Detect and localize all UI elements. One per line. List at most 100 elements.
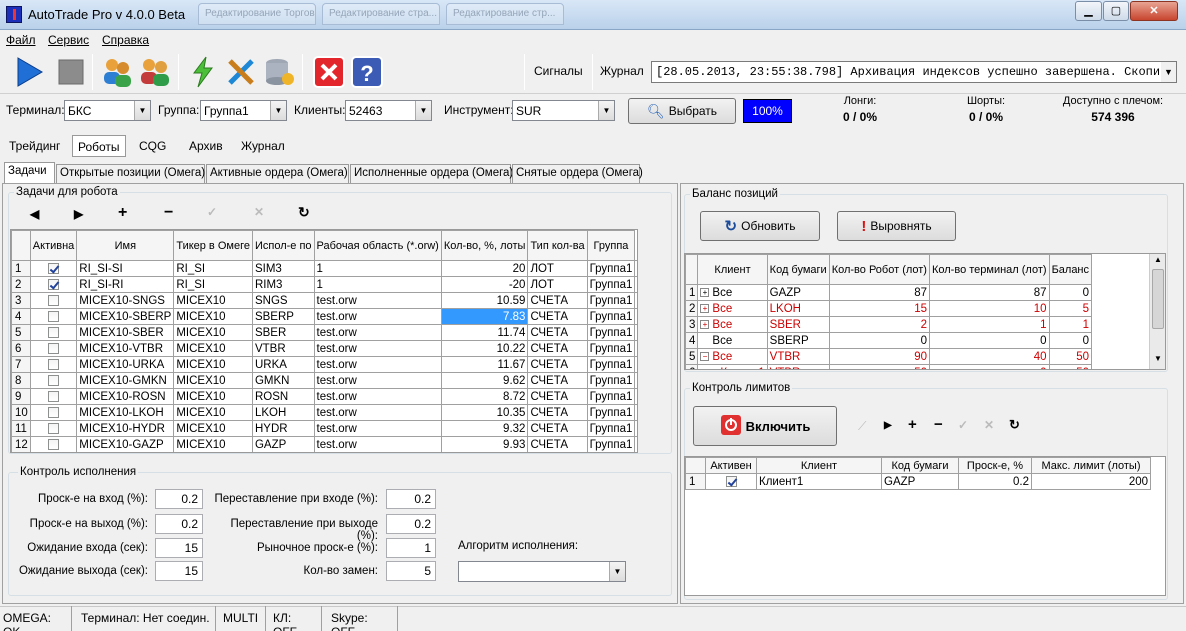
row-header[interactable]: 11 bbox=[11, 420, 31, 437]
col-active[interactable]: Активен bbox=[705, 457, 757, 474]
expand-icon[interactable]: + bbox=[700, 287, 710, 297]
active-cell[interactable] bbox=[705, 473, 757, 490]
row-header[interactable]: 2 bbox=[685, 300, 699, 317]
exec-cell[interactable]: LKOH bbox=[251, 404, 315, 421]
ticker-cell[interactable]: RI_SI bbox=[173, 260, 253, 277]
col-robot-qty[interactable]: Кол-во Робот (лот) bbox=[828, 254, 930, 285]
area-cell[interactable]: test.orw bbox=[313, 372, 442, 389]
move-out-field[interactable]: 0.2 bbox=[386, 514, 436, 534]
col-name[interactable]: Имя bbox=[76, 230, 175, 261]
name-cell[interactable]: MICEX10-ROSN bbox=[76, 388, 175, 405]
terminal-combo[interactable]: БКС ▼ bbox=[64, 100, 151, 121]
name-cell[interactable]: RI_SI-RI bbox=[76, 276, 175, 293]
active-cell[interactable] bbox=[29, 260, 78, 277]
type-cell[interactable]: ЛОТ bbox=[527, 260, 588, 277]
qty-cell[interactable]: 10.59 bbox=[440, 292, 529, 309]
close-icon[interactable] bbox=[310, 53, 348, 91]
qty-cell[interactable]: 10.35 bbox=[440, 404, 529, 421]
tab-journal[interactable]: Журнал bbox=[236, 135, 290, 157]
group-cell[interactable]: Группа1 bbox=[586, 372, 636, 389]
select-button[interactable]: 🔍︎ Выбрать bbox=[628, 98, 736, 124]
cancel-icon[interactable]: ✕ bbox=[984, 418, 994, 432]
qty-cell[interactable]: 20 bbox=[440, 260, 529, 277]
robot-cell[interactable]: 15 bbox=[828, 300, 930, 317]
client-cell[interactable]: + Все bbox=[697, 300, 768, 317]
slippage-cell[interactable]: 0.2 bbox=[958, 473, 1032, 490]
wait-in-field[interactable]: 15 bbox=[155, 538, 203, 558]
table-row[interactable]: 6Клиент1VTBR50050 bbox=[685, 364, 1093, 369]
group-cell[interactable]: Группа1 bbox=[586, 404, 636, 421]
active-cell[interactable] bbox=[29, 308, 78, 325]
table-row[interactable]: 5− Все VTBR 90 40 50 bbox=[685, 348, 1093, 365]
row-header[interactable]: 3 bbox=[11, 292, 31, 309]
type-cell[interactable]: СЧЕТА bbox=[527, 324, 588, 341]
active-cell[interactable] bbox=[29, 340, 78, 357]
active-checkbox[interactable] bbox=[48, 262, 60, 274]
row-header[interactable]: 6 bbox=[11, 340, 31, 357]
name-cell[interactable]: MICEX10-SBER bbox=[76, 324, 175, 341]
chevron-down-icon[interactable]: ▼ bbox=[1161, 62, 1176, 82]
row-header[interactable]: 6 bbox=[685, 364, 699, 369]
term-cell[interactable]: 0 bbox=[928, 332, 1050, 349]
ticker-cell[interactable]: MICEX10 bbox=[173, 292, 253, 309]
area-cell[interactable]: 1 bbox=[313, 276, 442, 293]
row-header[interactable]: 1 bbox=[11, 260, 31, 277]
col-client[interactable]: Клиент bbox=[697, 254, 768, 285]
minimize-button[interactable]: ▁ bbox=[1075, 1, 1102, 21]
client-cell[interactable]: Все bbox=[697, 332, 768, 349]
market-slip-field[interactable]: 1 bbox=[386, 538, 436, 558]
type-cell[interactable]: СЧЕТА bbox=[527, 436, 588, 452]
term-cell[interactable]: 87 bbox=[928, 284, 1050, 301]
client-cell[interactable]: Клиент1 bbox=[697, 364, 768, 369]
cancel-icon[interactable]: ✕ bbox=[254, 205, 264, 219]
robot-cell[interactable]: 90 bbox=[828, 348, 930, 365]
code-cell[interactable]: GAZP bbox=[881, 473, 959, 490]
term-cell[interactable]: 1 bbox=[928, 316, 1050, 333]
row-header[interactable]: 10 bbox=[11, 404, 31, 421]
chevron-down-icon[interactable]: ▼ bbox=[415, 101, 431, 120]
table-row[interactable]: 12 MICEX10-GAZP MICEX10 GAZP test.orw 9.93 СЧЕ… bbox=[11, 436, 637, 452]
row-header[interactable]: 8 bbox=[11, 372, 31, 389]
next-arrow-icon[interactable]: ▶ bbox=[884, 420, 892, 431]
type-cell[interactable]: СЧЕТА bbox=[527, 404, 588, 421]
background-window-tab[interactable]: Редактирование Торгов... bbox=[198, 3, 316, 25]
bal-cell[interactable]: 50 bbox=[1048, 348, 1093, 365]
expand-icon[interactable]: + bbox=[700, 303, 710, 313]
row-header[interactable]: 7 bbox=[11, 356, 31, 373]
scroll-down-icon[interactable]: ▼ bbox=[1151, 354, 1165, 368]
menu-file[interactable]: Файл bbox=[6, 33, 36, 47]
name-cell[interactable]: MICEX10-GAZP bbox=[76, 436, 175, 452]
area-cell[interactable]: test.orw bbox=[313, 308, 442, 325]
col-ticker[interactable]: Тикер в Омеге bbox=[173, 230, 253, 261]
signals-button[interactable]: Сигналы bbox=[534, 64, 583, 78]
type-cell[interactable]: СЧЕТА bbox=[527, 356, 588, 373]
clients-combo[interactable]: 52463 ▼ bbox=[345, 100, 432, 121]
tab-cancelled-orders[interactable]: Снятые ордера (Омега) bbox=[512, 164, 643, 183]
table-row[interactable]: 6 MICEX10-VTBR MICEX10 VTBR test.orw 10.22 СЧЕ… bbox=[11, 340, 637, 357]
col-exec[interactable]: Испол-е по bbox=[251, 230, 315, 261]
active-cell[interactable] bbox=[29, 404, 78, 421]
exec-cell[interactable]: HYDR bbox=[251, 420, 315, 437]
active-cell[interactable] bbox=[29, 324, 78, 341]
group-cell[interactable]: Группа1 bbox=[586, 260, 636, 277]
refresh-icon[interactable]: ↻ bbox=[298, 204, 310, 221]
tab-open-positions[interactable]: Открытые позиции (Омега) bbox=[56, 164, 205, 183]
robot-cell[interactable]: 50 bbox=[828, 364, 930, 369]
chevron-down-icon[interactable]: ▼ bbox=[609, 562, 625, 581]
col-terminal-qty[interactable]: Кол-во терминал (лот) bbox=[928, 254, 1050, 285]
area-cell[interactable]: 1 bbox=[313, 260, 442, 277]
remove-icon[interactable]: − bbox=[934, 416, 943, 433]
prev-icon[interactable]: ⟋ bbox=[858, 419, 866, 434]
tab-archive[interactable]: Архив bbox=[184, 135, 228, 157]
enable-button[interactable]: Включить bbox=[693, 406, 837, 446]
tab-cqg[interactable]: CQG bbox=[134, 135, 171, 157]
robot-cell[interactable]: 87 bbox=[828, 284, 930, 301]
qty-cell[interactable]: 9.93 bbox=[440, 436, 529, 452]
next-arrow-icon[interactable]: ▶ bbox=[74, 207, 83, 221]
check-icon[interactable]: ✓ bbox=[207, 205, 217, 219]
col-group[interactable]: Группа bbox=[586, 230, 636, 261]
prev-arrow-icon[interactable]: ◀ bbox=[30, 207, 39, 221]
area-cell[interactable]: test.orw bbox=[313, 340, 442, 357]
active-cell[interactable] bbox=[29, 388, 78, 405]
active-checkbox[interactable] bbox=[48, 342, 60, 354]
